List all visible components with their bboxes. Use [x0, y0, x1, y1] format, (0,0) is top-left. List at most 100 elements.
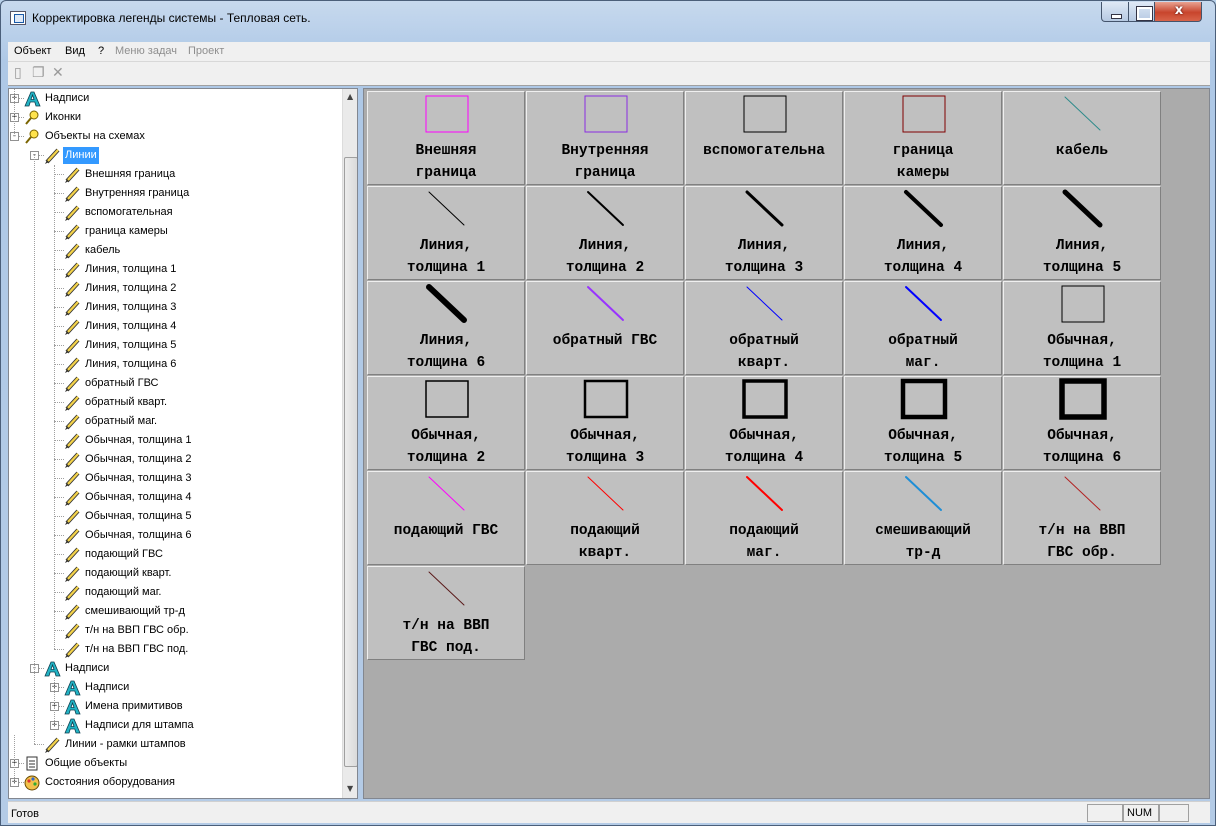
tree-item-label: Внутренняя граница: [85, 187, 190, 199]
legend-cell[interactable]: Обычная, толщина 4: [685, 376, 843, 470]
title-bar[interactable]: Корректировка легенды системы - Тепловая…: [1, 1, 1215, 35]
legend-cell-label: обратный кварт.: [729, 333, 799, 371]
tree-guide-line: [54, 165, 55, 649]
menu-project[interactable]: Проект: [188, 45, 224, 57]
tree-connector: [54, 250, 64, 251]
legend-swatch-shape: [428, 476, 465, 511]
legend-swatch-shape: [904, 190, 943, 227]
pencil-icon: [43, 147, 61, 164]
legend-cell[interactable]: кабель: [1003, 91, 1161, 185]
legend-cell[interactable]: Линия, толщина 4: [844, 186, 1002, 280]
legend-cell[interactable]: вспомогательна: [685, 91, 843, 185]
legend-cell[interactable]: обратный ГВС: [526, 281, 684, 375]
scroll-down-icon[interactable]: ▼: [347, 784, 353, 793]
pencil-icon: [63, 166, 81, 183]
status-pane-scroll: [1159, 804, 1189, 822]
tree-item-label: подающий кварт.: [85, 567, 172, 579]
legend-cell[interactable]: т/н на ВВП ГВС под.: [367, 566, 525, 660]
tree-item-label: Линия, толщина 6: [85, 358, 177, 370]
maximize-button[interactable]: [1128, 2, 1155, 22]
properties-icon[interactable]: ❐: [32, 65, 45, 82]
scroll-thumb[interactable]: [344, 157, 357, 767]
legend-swatch-shape: [587, 286, 624, 321]
legend-cell-label: кабель: [1055, 143, 1109, 159]
legend-cell[interactable]: Обычная, толщина 3: [526, 376, 684, 470]
legend-grid: Внешняя граница Внутренняя граница вспомог…: [363, 88, 1210, 799]
main-window: Корректировка легенды системы - Тепловая…: [0, 0, 1216, 826]
tree-item-label: Линии: [63, 147, 99, 164]
text-a-icon: [63, 679, 81, 696]
legend-cell[interactable]: Линия, толщина 1: [367, 186, 525, 280]
legend-cell[interactable]: Обычная, толщина 1: [1003, 281, 1161, 375]
legend-swatch-shape: [742, 379, 788, 419]
menu-object[interactable]: Объект: [14, 45, 51, 57]
legend-cell-label: подающий кварт.: [570, 523, 640, 561]
menu-view[interactable]: Вид: [65, 45, 85, 57]
tree-item-label: Обычная, толщина 3: [85, 472, 192, 484]
legend-cell-label: Обычная, толщина 3: [565, 428, 645, 466]
close-button[interactable]: x: [1154, 2, 1202, 22]
tree-connector: [34, 744, 44, 745]
tree-item-label: обратный кварт.: [85, 396, 168, 408]
minimize-button[interactable]: [1101, 2, 1129, 22]
legend-swatch-shape: [905, 476, 942, 511]
legend-cell-label: т/н на ВВП ГВС обр.: [1038, 523, 1126, 561]
legend-cell[interactable]: смешивающий тр-д: [844, 471, 1002, 565]
menu-tasks[interactable]: Меню задач: [115, 45, 177, 57]
legend-cell[interactable]: Обычная, толщина 6: [1003, 376, 1161, 470]
legend-cell[interactable]: Обычная, толщина 5: [844, 376, 1002, 470]
tree-item-label: Линия, толщина 3: [85, 301, 177, 313]
tree-item-label: Обычная, толщина 4: [85, 491, 192, 503]
legend-cell[interactable]: подающий маг.: [685, 471, 843, 565]
tree-connector: [54, 440, 64, 441]
tree-item-label: т/н на ВВП ГВС под.: [85, 643, 189, 655]
legend-cell-label: Линия, толщина 3: [724, 238, 804, 276]
tree-connector: [54, 383, 64, 384]
delete-icon[interactable]: ✕: [52, 65, 64, 82]
legend-swatch-shape: [746, 286, 783, 321]
legend-cell[interactable]: подающий ГВС: [367, 471, 525, 565]
tree-item-label: Линии - рамки штампов: [65, 738, 186, 750]
toolbar: ▯ ❐ ✕: [8, 62, 1210, 86]
legend-cell[interactable]: т/н на ВВП ГВС обр.: [1003, 471, 1161, 565]
legend-cell[interactable]: Линия, толщина 6: [367, 281, 525, 375]
legend-cell[interactable]: Внешняя граница: [367, 91, 525, 185]
legend-cell[interactable]: Линия, толщина 3: [685, 186, 843, 280]
pencil-icon: [63, 603, 81, 620]
pencil-icon: [63, 356, 81, 373]
tree-item-label: обратный маг.: [85, 415, 158, 427]
legend-cell-label: Обычная, толщина 2: [406, 428, 486, 466]
legend-cell[interactable]: Внутренняя граница: [526, 91, 684, 185]
tree-item-label: Надписи для штампа: [85, 719, 194, 731]
pencil-icon: [63, 413, 81, 430]
palette-icon: [23, 774, 41, 791]
yellow-key-icon: [23, 109, 41, 126]
legend-cell-label: Линия, толщина 4: [883, 238, 963, 276]
pencil-icon: [63, 584, 81, 601]
legend-cell[interactable]: граница камеры: [844, 91, 1002, 185]
tree-connector: [54, 345, 64, 346]
tree-scrollbar[interactable]: ▲ ▼: [342, 89, 357, 798]
legend-swatch-shape: [743, 95, 787, 133]
legend-cell[interactable]: обратный кварт.: [685, 281, 843, 375]
pencil-icon: [63, 432, 81, 449]
legend-cell[interactable]: подающий кварт.: [526, 471, 684, 565]
legend-cell[interactable]: Линия, толщина 5: [1003, 186, 1161, 280]
legend-tree[interactable]: Надписи + Иконки + Объекты на схемах - Линии - В…: [8, 88, 358, 799]
legend-cell[interactable]: Линия, толщина 2: [526, 186, 684, 280]
status-bar: Готов NUM: [8, 801, 1210, 823]
legend-swatch-shape: [425, 95, 469, 133]
legend-cell[interactable]: обратный маг.: [844, 281, 1002, 375]
tree-connector: [54, 212, 64, 213]
pencil-icon: [43, 736, 61, 753]
tree-item-label: Состояния оборудования: [45, 776, 175, 788]
tree-connector: [54, 326, 64, 327]
app-icon[interactable]: [10, 11, 26, 25]
legend-cell[interactable]: Обычная, толщина 2: [367, 376, 525, 470]
menu-help[interactable]: ?: [98, 45, 104, 57]
legend-swatch-shape: [1062, 189, 1103, 228]
scroll-up-icon[interactable]: ▲: [347, 92, 353, 101]
new-document-icon[interactable]: ▯: [14, 65, 22, 82]
tree-guide-line: [14, 735, 15, 782]
pencil-icon: [63, 394, 81, 411]
